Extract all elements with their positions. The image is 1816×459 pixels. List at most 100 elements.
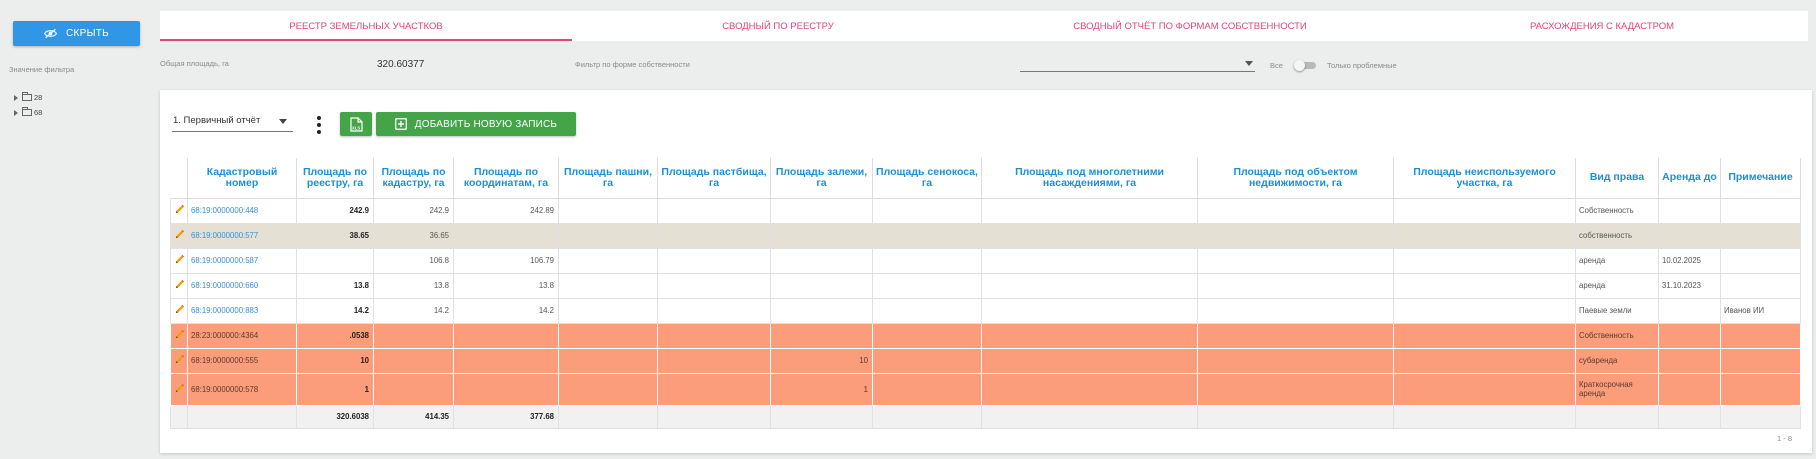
hide-button[interactable]: СКРЫТЬ: [13, 21, 140, 46]
problem-only-toggle[interactable]: [1294, 60, 1318, 71]
cell-cadastre-area: [373, 347, 454, 374]
cell-unused-area: [1393, 272, 1576, 299]
cell-edit: [170, 247, 188, 274]
column-header-hayfield-area[interactable]: Площадь сенокоса, га: [872, 158, 982, 199]
pencil-icon[interactable]: [173, 229, 185, 241]
column-header-lease-until[interactable]: Аренда до: [1658, 158, 1721, 199]
cell-unused-area: [1393, 197, 1576, 224]
cell-real-estate-area: [1197, 222, 1394, 249]
total-empty-cell: [657, 404, 771, 429]
cell-cadastral-number[interactable]: 68:19:0000000:555: [187, 347, 297, 374]
tab-registry[interactable]: РЕЕСТР ЗЕМЕЛЬНЫХ УЧАСТКОВ: [160, 11, 572, 41]
column-header-right-type[interactable]: Вид права: [1575, 158, 1659, 199]
toggle-knob[interactable]: [1294, 60, 1305, 71]
file-excel-icon: XLS: [349, 116, 363, 132]
pencil-icon[interactable]: [173, 204, 185, 216]
table-row[interactable]: 68:19:0000000:883 14.2 14.2 14.2 Паевые земл…: [170, 297, 1801, 324]
cell-registry-area: 1: [296, 372, 374, 406]
cell-edit: [170, 297, 188, 324]
column-header-pasture-area[interactable]: Площадь пастбища, га: [657, 158, 771, 199]
cell-right-type: аренда: [1575, 247, 1659, 274]
table-row[interactable]: 68:19:0000000:660 13.8 13.8 13.8 аренда 31.10…: [170, 272, 1801, 299]
tab-cadastre-discrepancies[interactable]: РАСХОЖДЕНИЯ С КАДАСТРОМ: [1396, 11, 1808, 41]
column-header-real-estate-area[interactable]: Площадь под объектом недвижимости, га: [1197, 158, 1394, 199]
cell-real-estate-area: [1197, 197, 1394, 224]
cell-cadastral-number[interactable]: 68:19:0000000:577: [187, 222, 297, 249]
cell-fallow-area: [770, 247, 873, 274]
table-row[interactable]: 68:19:0000000:578 1 1 Краткосрочная аренда: [170, 372, 1801, 406]
column-header-arable-area[interactable]: Площадь пашни, га: [558, 158, 658, 199]
column-header-fallow-area[interactable]: Площадь залежи, га: [770, 158, 873, 199]
caret-right-icon[interactable]: [14, 109, 18, 116]
cell-cadastral-number[interactable]: 68:19:0000000:448: [187, 197, 297, 224]
cell-perennial-area: [981, 222, 1198, 249]
cell-cadastral-number[interactable]: 68:19:0000000:883: [187, 297, 297, 324]
cell-coordinates-area: 242.89: [453, 197, 559, 224]
table-row[interactable]: 68:19:0000000:587 106.8 106.79 аренда 10.02.…: [170, 247, 1801, 274]
cell-coordinates-area: [453, 372, 559, 406]
cell-pasture-area: [657, 347, 771, 374]
pencil-icon[interactable]: [173, 329, 185, 341]
cell-hayfield-area: [872, 347, 982, 374]
tab-registry-summary[interactable]: СВОДНЫЙ ПО РЕЕСТРУ: [572, 11, 984, 41]
cell-cadastral-number[interactable]: 68:19:0000000:660: [187, 272, 297, 299]
cell-lease-until: [1658, 372, 1721, 406]
total-area-value: 320.60377: [377, 59, 425, 70]
cell-unused-area: [1393, 297, 1576, 324]
column-header-cadastral-number[interactable]: Кадастровый номер: [187, 158, 297, 199]
total-empty-cell: [1393, 404, 1576, 429]
column-header-registry-area[interactable]: Площадь по реестру, га: [296, 158, 374, 199]
cell-arable-area: [558, 222, 658, 249]
pencil-icon[interactable]: [173, 354, 185, 366]
caret-right-icon[interactable]: [14, 94, 18, 101]
tab-label: СВОДНЫЙ ПО РЕЕСТРУ: [722, 20, 834, 32]
cell-cadastral-number[interactable]: 28:23:000000:4364: [187, 322, 297, 349]
cell-arable-area: [558, 347, 658, 374]
total-area-label: Общая площадь, га: [160, 59, 229, 68]
pencil-icon[interactable]: [173, 304, 185, 316]
table-row[interactable]: 68:19:0000000:555 10 10 субаренда: [170, 347, 1801, 374]
cell-lease-until: [1658, 322, 1721, 349]
report-select-value: 1. Первичный отчёт: [173, 115, 261, 126]
cell-edit: [170, 322, 188, 349]
cell-fallow-area: 1: [770, 372, 873, 406]
more-menu-button[interactable]: [314, 116, 324, 136]
report-select[interactable]: 1. Первичный отчёт: [172, 112, 293, 132]
pencil-icon[interactable]: [173, 383, 185, 395]
cell-real-estate-area: [1197, 297, 1394, 324]
cell-coordinates-area: [453, 347, 559, 374]
tab-ownership-summary[interactable]: СВОДНЫЙ ОТЧЁТ ПО ФОРМАМ СОБСТВЕННОСТИ: [984, 11, 1396, 41]
cell-real-estate-area: [1197, 372, 1394, 406]
tree-item-28[interactable]: 28: [14, 92, 42, 102]
column-header-unused-area[interactable]: Площадь неиспользуемого участка, га: [1393, 158, 1576, 199]
table-row[interactable]: 28:23:000000:4364.0538 Собственность: [170, 322, 1801, 349]
ownership-filter-select[interactable]: [1020, 57, 1255, 72]
column-header-cadastre-area[interactable]: Площадь по кадастру, га: [373, 158, 454, 199]
column-header-note[interactable]: Примечание: [1720, 158, 1801, 199]
column-header-coordinates-area[interactable]: Площадь по координатам, га: [453, 158, 559, 199]
totals-row: 320.6038 414.35 377.68: [170, 404, 1801, 429]
cell-registry-area: 38.65: [296, 222, 374, 249]
cell-pasture-area: [657, 297, 771, 324]
tree-item-68[interactable]: 68: [14, 107, 42, 117]
cell-pasture-area: [657, 247, 771, 274]
cell-cadastral-number[interactable]: 68:19:0000000:587: [187, 247, 297, 274]
cell-real-estate-area: [1197, 272, 1394, 299]
cell-right-type: субаренда: [1575, 347, 1659, 374]
add-record-button[interactable]: ДОБАВИТЬ НОВУЮ ЗАПИСЬ: [376, 112, 576, 136]
cell-unused-area: [1393, 247, 1576, 274]
cell-perennial-area: [981, 272, 1198, 299]
cell-cadastral-number[interactable]: 68:19:0000000:578: [187, 372, 297, 406]
left-panel: СКРЫТЬ Значение фильтра 28 68: [0, 0, 152, 459]
pencil-icon[interactable]: [173, 279, 185, 291]
total-empty-cell: [1658, 404, 1721, 429]
all-label: Все: [1270, 61, 1283, 70]
cell-note: [1720, 197, 1801, 224]
table-row[interactable]: 68:19:0000000:577 38.65 36.65 собственность: [170, 222, 1801, 249]
cell-fallow-area: [770, 197, 873, 224]
column-header-perennial-area[interactable]: Площадь под многолетними насаждениями, г…: [981, 158, 1198, 199]
cell-unused-area: [1393, 322, 1576, 349]
export-xls-button[interactable]: XLS: [340, 112, 372, 136]
table-row[interactable]: 68:19:0000000:448 242.9 242.9 242.89 Собстве…: [170, 197, 1801, 224]
pencil-icon[interactable]: [173, 254, 185, 266]
